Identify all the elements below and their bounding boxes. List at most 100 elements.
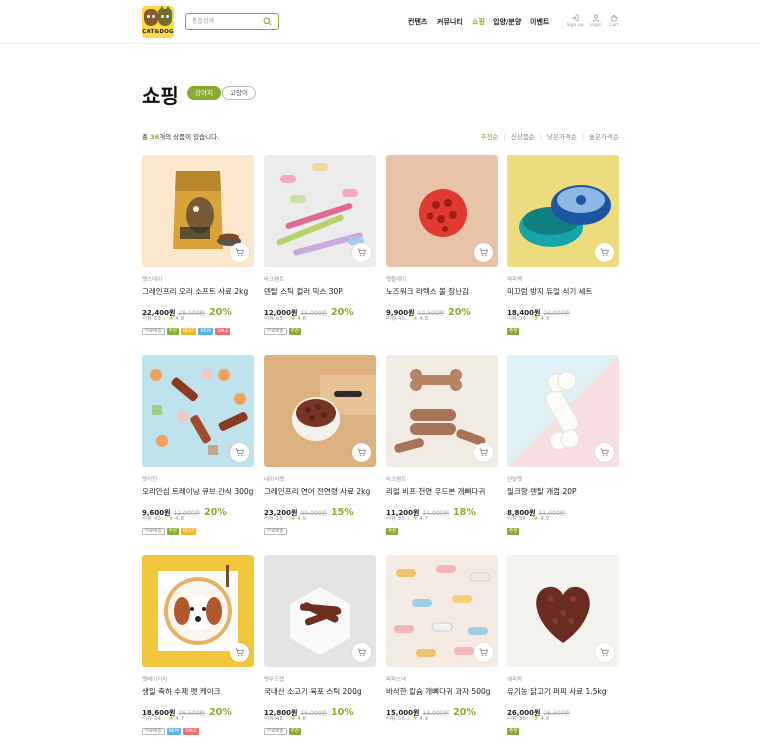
product-card[interactable]: 펫키친 오리안심 트레이닝 큐브 간식 300g 9,600원 12,000원 20… [142, 355, 254, 536]
sort-recommended[interactable]: 추천순 [481, 133, 499, 141]
add-to-cart-button[interactable] [474, 643, 493, 662]
nav-event[interactable]: 이벤트 [530, 17, 549, 27]
product-image[interactable] [507, 555, 619, 667]
search-box[interactable] [185, 13, 279, 30]
add-to-cart-button[interactable] [474, 243, 493, 262]
product-image[interactable] [386, 355, 498, 467]
rating-value: 4.9 [297, 516, 307, 522]
product-card[interactable]: 펫플레이 노즈워크 라텍스 볼 장난감 9,900원 12,500원 20% 리뷰 … [386, 155, 498, 336]
product-name[interactable]: 리얼 비프 천연 우드본 개뼈다귀 [386, 486, 498, 497]
tag-sale: SALE [215, 328, 231, 335]
add-to-cart-button[interactable] [230, 643, 249, 662]
product-brand: 퍼피팩 [507, 277, 523, 283]
product-price: 9,900원 12,500원 20% [386, 300, 498, 318]
product-card[interactable]: 덴탈펫 밀크향 덴탈 개껌 20P 8,800원 11,000원 리뷰 34 | ★ … [507, 355, 619, 536]
product-name[interactable]: 밀크향 덴탈 개껌 20P [507, 486, 619, 497]
nav-adoption[interactable]: 입양/분양 [493, 17, 521, 27]
add-to-cart-button[interactable] [595, 243, 614, 262]
nav-shopping[interactable]: 쇼핑 [472, 17, 485, 27]
add-to-cart-button[interactable] [352, 443, 371, 462]
rating-value: 4.9 [175, 316, 185, 322]
add-to-cart-button[interactable] [595, 443, 614, 462]
rating-value: 4.7 [419, 516, 429, 522]
product-card[interactable]: 바크펜트 덴탈 스틱 컬러 믹스 30P 12,000원 15,000원 20% 리… [264, 155, 376, 336]
product-card[interactable]: 네이처펫 그레인프리 연어 전연령 사료 2kg 23,200원 29,000원 1… [264, 355, 376, 536]
review-count: 65 [275, 316, 283, 322]
rating-value: 4.8 [297, 716, 307, 722]
product-name[interactable]: 바삭한 칼슘 개뼈다귀 과자 500g [386, 686, 498, 697]
signup-link[interactable]: Sign up [565, 14, 585, 28]
product-image[interactable] [142, 155, 254, 267]
tag-rec: 추천 [386, 528, 399, 535]
star-icon: ★ [412, 716, 418, 722]
product-image[interactable] [507, 155, 619, 267]
add-to-cart-button[interactable] [352, 643, 371, 662]
add-to-cart-button[interactable] [474, 443, 493, 462]
sort-newest[interactable]: 신상품순 [511, 133, 535, 141]
product-card[interactable]: 바크펜트 리얼 비프 천연 우드본 개뼈다귀 11,200원 14,000원 18%… [386, 355, 498, 536]
product-image[interactable] [264, 555, 376, 667]
product-card[interactable]: 펫베이커리 생일 축하 수제 펫 케이크 18,600원 26,500원 20% 리… [142, 555, 254, 736]
login-link[interactable]: Login [586, 14, 606, 28]
product-name[interactable]: 오리안심 트레이닝 큐브 간식 300g [142, 486, 254, 497]
product-name[interactable]: 국내산 소고기 육포 스틱 200g [264, 686, 376, 697]
product-image[interactable] [142, 555, 254, 667]
star-icon: ★ [533, 316, 539, 322]
sort-price-high[interactable]: 높은가격순 [589, 133, 619, 141]
product-price: 23,200원 29,000원 15% [264, 500, 376, 518]
rating-value: 4.9 [540, 316, 550, 322]
search-input[interactable] [192, 16, 262, 27]
product-brand: 헤피독 [507, 677, 523, 683]
category-cat-button[interactable]: 고양이 [222, 86, 256, 100]
product-brand: 바크펜트 [264, 277, 285, 283]
discount-rate: 20% [330, 307, 354, 318]
cart-link[interactable]: Cart [604, 14, 624, 28]
product-name[interactable]: 노즈워크 라텍스 볼 장난감 [386, 286, 498, 297]
product-image[interactable] [264, 155, 376, 267]
cat-logo-icon [158, 6, 172, 26]
add-to-cart-button[interactable] [230, 443, 249, 462]
product-card[interactable]: 헤피독 유기농 닭고기 퍼피 사료 1.5kg 26,000원 26,500원 리… [507, 555, 619, 736]
product-tags: 추천 [507, 528, 619, 536]
tag-rec: 추천 [166, 528, 179, 535]
product-brand: 펫푸드랩 [264, 677, 285, 683]
cart-label: Cart [609, 23, 619, 28]
rating-value: 4.8 [297, 316, 307, 322]
tag-free: 무료배송 [264, 728, 287, 735]
add-to-cart-button[interactable] [230, 243, 249, 262]
tag-best: BEST [180, 328, 197, 335]
product-tags: 무료배송 추천 BEST [142, 528, 254, 536]
tag-rec: 추천 [507, 328, 520, 335]
product-tags [386, 728, 498, 736]
add-to-cart-button[interactable] [352, 243, 371, 262]
rating-value: 4.8 [175, 516, 185, 522]
product-name[interactable]: 생일 축하 수제 펫 케이크 [142, 686, 254, 697]
product-image[interactable] [386, 555, 498, 667]
product-price: 15,000원 18,000원 20% [386, 700, 498, 718]
product-name[interactable]: 덴탈 스틱 컬러 믹스 30P [264, 286, 376, 297]
sort-price-low[interactable]: 낮은가격순 [547, 133, 577, 141]
add-to-cart-button[interactable] [595, 643, 614, 662]
tag-sale: SALE [183, 728, 199, 735]
product-image[interactable] [386, 155, 498, 267]
product-image[interactable] [142, 355, 254, 467]
product-card[interactable]: 펫스테이 그레인프리 오리 소프트 사료 2kg 22,400원 28,000원 2… [142, 155, 254, 336]
search-icon[interactable] [263, 17, 272, 26]
review-count: 43 [153, 516, 161, 522]
nav-community[interactable]: 커뮤니티 [437, 17, 463, 27]
review-count: 48 [275, 716, 283, 722]
product-name[interactable]: 그레인프리 연어 전연령 사료 2kg [264, 486, 376, 497]
product-image[interactable] [507, 355, 619, 467]
product-name[interactable]: 미끄럼 방지 듀얼 식기 세트 [507, 286, 619, 297]
product-price: 11,200원 14,000원 18% [386, 500, 498, 518]
product-card[interactable]: 퍼피스낵 바삭한 칼슘 개뼈다귀 과자 500g 15,000원 18,000원 2… [386, 555, 498, 736]
product-name[interactable]: 그레인프리 오리 소프트 사료 2kg [142, 286, 254, 297]
product-image[interactable] [264, 355, 376, 467]
product-card[interactable]: 퍼피팩 미끄럼 방지 듀얼 식기 세트 18,400원 23,000원 리뷰 34… [507, 155, 619, 336]
category-dog-button[interactable]: 강아지 [187, 86, 221, 100]
catdog-logo[interactable]: CAT&DOG [142, 6, 174, 38]
product-card[interactable]: 펫푸드랩 국내산 소고기 육포 스틱 200g 12,800원 16,000원 10… [264, 555, 376, 736]
product-name[interactable]: 유기농 닭고기 퍼피 사료 1.5kg [507, 686, 619, 697]
signup-icon [572, 14, 579, 22]
nav-contents[interactable]: 컨텐츠 [408, 17, 427, 27]
